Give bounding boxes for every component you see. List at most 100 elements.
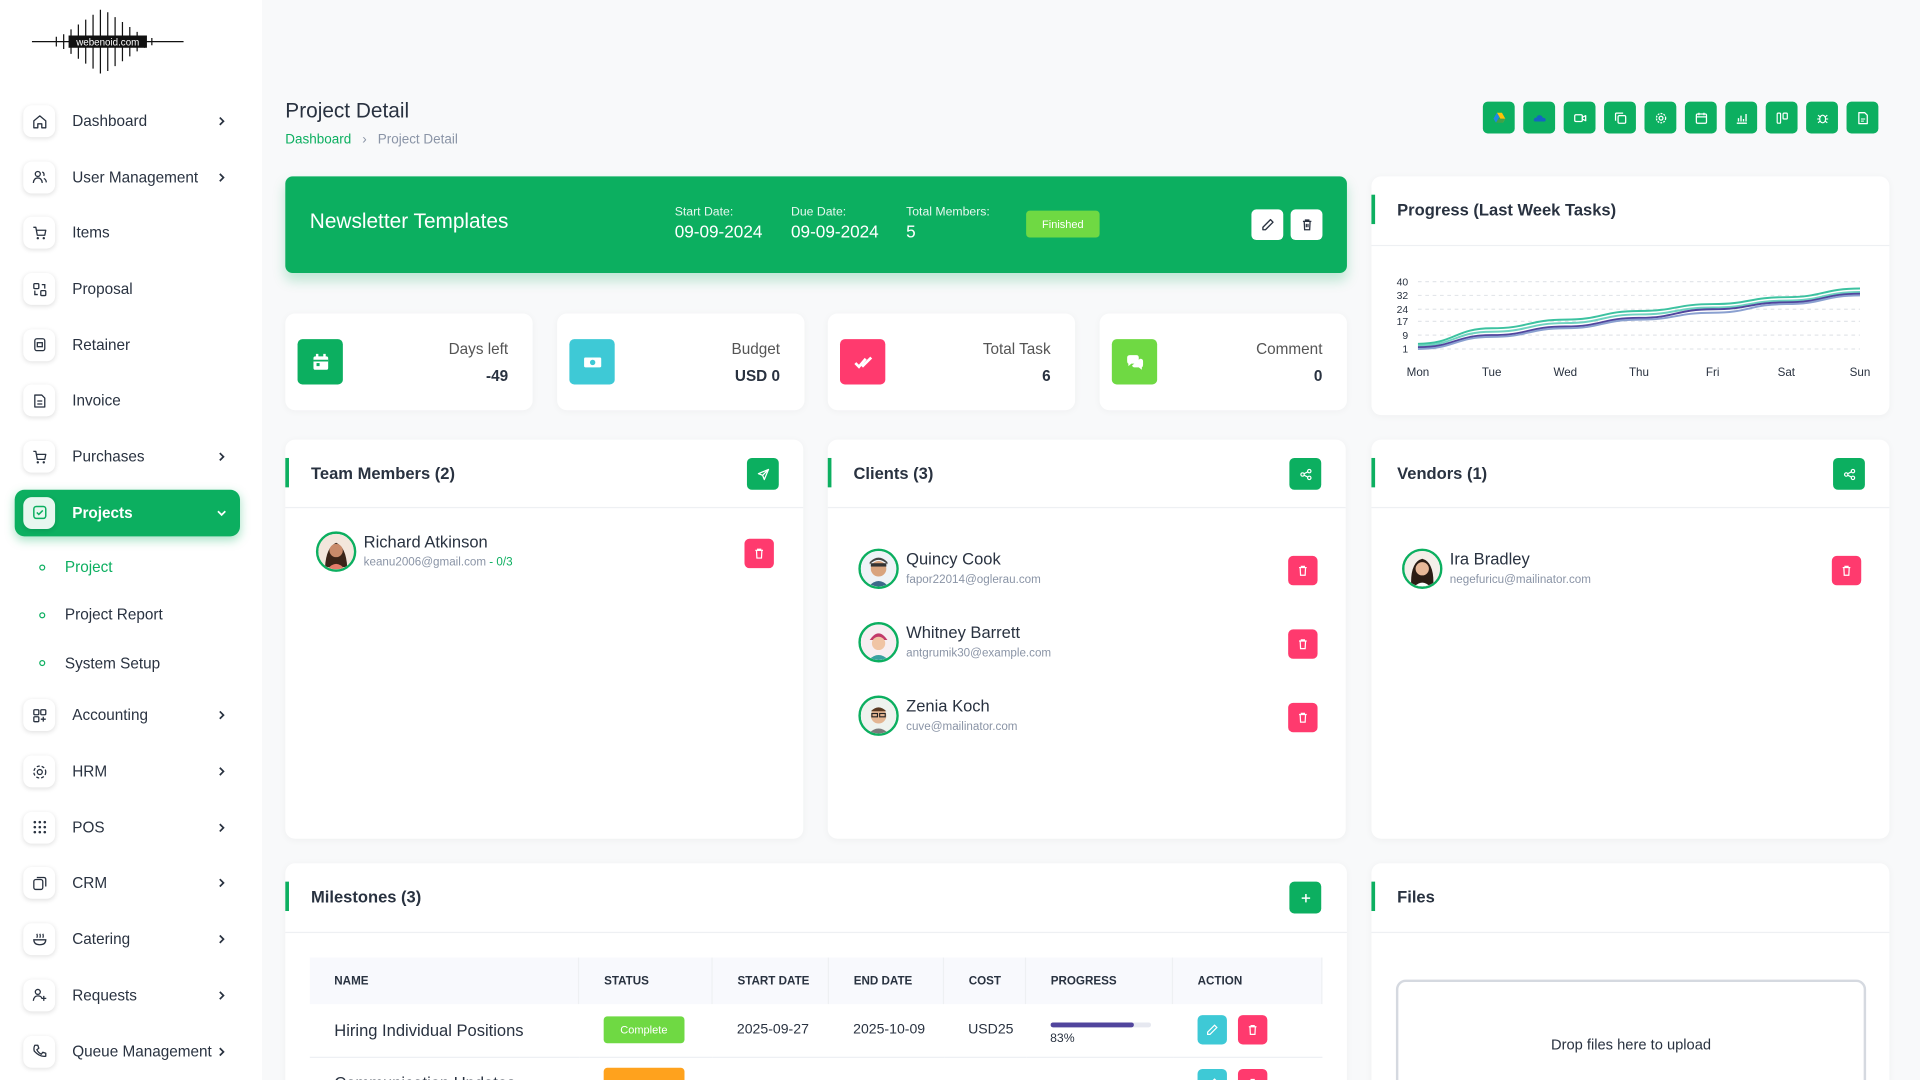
sidebar-item-label: Proposal: [72, 280, 133, 298]
x-tick-label: Thu: [1629, 366, 1649, 379]
plus-icon: [1301, 893, 1310, 902]
project-banner: Newsletter Templates Start Date: 09-09-2…: [285, 176, 1347, 274]
video-icon: [1573, 113, 1586, 122]
edit-milestone-button[interactable]: [1197, 1015, 1227, 1045]
hrm-icon: [23, 755, 56, 788]
client-email: cuve@mailinator.com: [906, 720, 1018, 734]
sidebar-item-requests[interactable]: Requests: [15, 972, 240, 1019]
column-header: ACTION: [1172, 957, 1323, 1005]
milestone-progress: 83%: [1025, 1004, 1173, 1058]
sidebar-item-crm[interactable]: CRM: [15, 860, 240, 907]
onedrive-icon: [1533, 114, 1546, 121]
comments-icon: [1111, 339, 1158, 385]
stat-label: Budget: [731, 340, 781, 358]
sidebar: webenoid.com Dashboard User Management I…: [0, 0, 263, 1080]
vendors-card: Vendors (1) Ira Bradley negefuricu@maili…: [1371, 439, 1890, 839]
sidebar-item-dashboard[interactable]: Dashboard: [15, 98, 240, 145]
delete-project-button[interactable]: [1290, 209, 1323, 241]
chart-button[interactable]: [1725, 101, 1758, 134]
start-date-block: Start Date: 09-09-2024: [675, 206, 763, 242]
video-button[interactable]: [1563, 101, 1596, 134]
remove-client-button[interactable]: [1288, 555, 1318, 586]
milestone-end-date: [828, 1056, 944, 1080]
submenu-item-label: Project Report: [64, 606, 163, 624]
calendar-button[interactable]: [1684, 101, 1717, 134]
sidebar-item-retainer[interactable]: Retainer: [15, 322, 240, 369]
crm-icon: [23, 867, 56, 900]
onedrive-button[interactable]: [1523, 101, 1556, 134]
remove-client-button[interactable]: [1288, 629, 1318, 659]
copy-icon: [1614, 111, 1626, 124]
stat-card-comment: Comment 0: [1099, 313, 1347, 411]
trash-icon: [1299, 712, 1307, 723]
sidebar-item-hrm[interactable]: HRM: [15, 748, 240, 795]
start-date-value: 09-09-2024: [674, 221, 763, 242]
milestone-name: Communication Updates: [309, 1056, 579, 1080]
submenu-item-project-report[interactable]: Project Report: [39, 591, 240, 639]
share-clients-button[interactable]: [1289, 457, 1322, 490]
gear-icon: [1655, 112, 1666, 123]
milestones-card: Milestones (3) NAME STATUS START DATE END D…: [285, 863, 1347, 1080]
home-icon: [23, 105, 56, 138]
sidebar-item-user-management[interactable]: User Management: [15, 154, 240, 201]
money-icon: [569, 339, 615, 385]
file-button[interactable]: [1846, 101, 1879, 134]
google-drive-button[interactable]: [1482, 101, 1515, 134]
milestone-status-badge: [603, 1067, 685, 1080]
client-email: antgrumik30@example.com: [906, 646, 1052, 661]
invite-member-button[interactable]: [746, 457, 779, 490]
delete-milestone-button[interactable]: [1237, 1068, 1268, 1080]
submenu-item-project[interactable]: Project: [39, 543, 240, 591]
sidebar-item-projects[interactable]: Projects: [14, 489, 241, 537]
kanban-button[interactable]: [1765, 101, 1798, 134]
sidebar-nav: Dashboard User Management Items Proposal…: [14, 98, 241, 1080]
chevron-right-icon: [216, 765, 228, 777]
vendors-title: Vendors (1): [1371, 457, 1487, 488]
file-dropzone[interactable]: Drop files here to upload: [1395, 979, 1867, 1080]
share-icon: [1299, 468, 1311, 480]
stat-value: 0: [1313, 367, 1323, 385]
sidebar-item-purchases[interactable]: Purchases: [15, 434, 240, 481]
vendor-item: Ira Bradley negefuricu@mailinator.com: [1402, 548, 1591, 589]
remove-client-button[interactable]: [1288, 702, 1318, 733]
progress-line-chart: 1 9 1724 32 40 Mon Tue Wed Thu Fri Sat Sun: [1397, 277, 1871, 379]
edit-project-button[interactable]: [1251, 209, 1284, 241]
sidebar-item-proposal[interactable]: Proposal: [15, 266, 240, 313]
x-tick-label: Wed: [1553, 366, 1577, 379]
chevron-right-icon: [216, 877, 228, 889]
delete-milestone-button[interactable]: [1237, 1015, 1268, 1045]
bug-icon: [1816, 114, 1828, 123]
brand-logo[interactable]: webenoid.com: [31, 7, 184, 76]
chevron-right-icon: [216, 933, 228, 945]
column-header: PROGRESS: [1025, 957, 1174, 1005]
avatar: [858, 548, 899, 589]
submenu-item-label: Project: [64, 558, 113, 576]
breadcrumb-dashboard-link[interactable]: Dashboard: [285, 132, 351, 147]
column-header: STATUS: [578, 957, 713, 1005]
sidebar-item-invoice[interactable]: Invoice: [15, 378, 240, 425]
breadcrumb-current: Project Detail: [377, 132, 458, 147]
member-task-fraction: - 0/3: [486, 555, 513, 570]
chevron-right-icon: [216, 171, 228, 183]
bug-button[interactable]: [1806, 101, 1838, 134]
edit-milestone-button[interactable]: [1197, 1068, 1227, 1080]
submenu-item-system-setup[interactable]: System Setup: [39, 639, 240, 687]
share-vendors-button[interactable]: [1833, 457, 1865, 490]
sidebar-item-pos[interactable]: POS: [15, 804, 240, 851]
sidebar-item-catering[interactable]: Catering: [15, 916, 240, 963]
avatar: [315, 531, 357, 572]
sidebar-item-items[interactable]: Items: [15, 210, 240, 257]
remove-vendor-button[interactable]: [1831, 555, 1862, 586]
bullet-icon: [39, 660, 46, 667]
gear-button[interactable]: [1644, 101, 1677, 134]
milestone-cost: USD25: [943, 1004, 1026, 1058]
sidebar-item-queue-management[interactable]: Queue Management: [15, 1028, 240, 1075]
progress-bar: [1050, 1022, 1151, 1028]
copy-button[interactable]: [1604, 101, 1636, 134]
team-member-item: Richard Atkinson keanu2006@gmail.com - 0…: [315, 531, 513, 572]
add-milestone-button[interactable]: [1289, 881, 1322, 914]
due-date-value: 09-09-2024: [791, 221, 879, 242]
avatar: [1402, 548, 1443, 589]
sidebar-item-accounting[interactable]: Accounting: [15, 692, 240, 739]
remove-member-button[interactable]: [744, 538, 774, 569]
